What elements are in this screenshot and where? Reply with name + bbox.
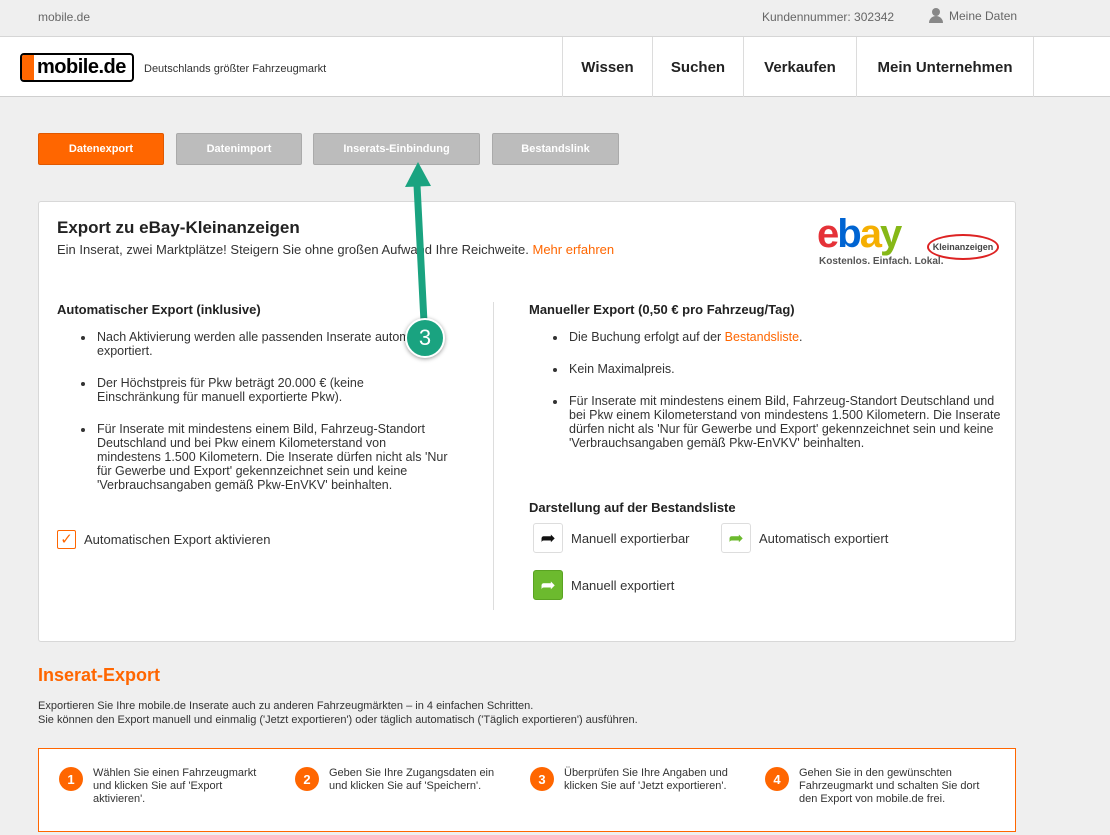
export-steps: 1 Wählen Sie einen Fahrzeugmarkt und kli… xyxy=(38,748,1016,832)
nav-mein-unternehmen[interactable]: Mein Unternehmen xyxy=(856,37,1034,97)
nav-wissen[interactable]: Wissen xyxy=(562,37,652,97)
my-data-label: Meine Daten xyxy=(949,8,1018,23)
list-item: Für Inserate mit mindestens einem Bild, … xyxy=(551,394,1001,450)
list-item: Die Buchung erfolgt auf der Bestandslist… xyxy=(551,330,1001,344)
manual-export-title: Manueller Export (0,50 € pro Fahrzeug/Ta… xyxy=(529,302,795,317)
ebay-kleinanzeigen-logo: ebay Kleinanzeigen Kostenlos. Einfach. L… xyxy=(817,214,1001,268)
tab-inserats-einbindung[interactable]: Inserats-Einbindung xyxy=(313,133,480,165)
list-item: Der Höchstpreis für Pkw beträgt 20.000 €… xyxy=(79,376,449,404)
legend-manuell-exportierbar: ➦ Manuell exportierbar xyxy=(533,523,690,553)
bestandsliste-link[interactable]: Bestandsliste xyxy=(725,330,799,344)
auto-export-list: Nach Aktivierung werden alle passenden I… xyxy=(79,330,449,510)
customer-number: Kundennummer: 302342 xyxy=(762,10,895,24)
manual-export-list: Die Buchung erfolgt auf der Bestandslist… xyxy=(551,330,1001,468)
legend-manuell-exportiert: ➦ Manuell exportiert xyxy=(533,570,674,600)
list-item: Kein Maximalpreis. xyxy=(551,362,1001,376)
auto-export-checkbox-row[interactable]: ✓ Automatischen Export aktivieren xyxy=(57,530,270,549)
card-intro: Ein Inserat, zwei Marktplätze! Steigern … xyxy=(57,242,615,257)
tab-datenimport[interactable]: Datenimport xyxy=(176,133,302,165)
tab-datenexport[interactable]: Datenexport xyxy=(38,133,164,165)
callout-badge: 3 xyxy=(405,318,445,358)
list-item: Für Inserate mit mindestens einem Bild, … xyxy=(79,422,449,492)
nav-suchen[interactable]: Suchen xyxy=(652,37,743,97)
mehr-erfahren-link[interactable]: Mehr erfahren xyxy=(532,242,614,257)
step-item: 3 Überprüfen Sie Ihre Angaben und klicke… xyxy=(530,767,740,793)
checkbox-label: Automatischen Export aktivieren xyxy=(84,532,271,547)
inserat-export-description: Exportieren Sie Ihre mobile.de Inserate … xyxy=(38,700,638,726)
top-bar: mobile.de Kundennummer: 302342 Meine Dat… xyxy=(0,0,1110,36)
auto-export-checkbox[interactable]: ✓ xyxy=(57,530,76,549)
main-header: mobile.de Deutschlands größter Fahrzeugm… xyxy=(0,36,1110,97)
list-item: Nach Aktivierung werden alle passenden I… xyxy=(79,330,449,358)
user-icon xyxy=(929,8,943,23)
step-item: 2 Geben Sie Ihre Zugangsdaten ein und kl… xyxy=(295,767,505,793)
my-data-link[interactable]: Meine Daten xyxy=(929,8,1017,23)
share-arrow-green-icon: ➦ xyxy=(721,523,751,553)
legend-automatisch-exportiert: ➦ Automatisch exportiert xyxy=(721,523,888,553)
card-title: Export zu eBay-Kleinanzeigen xyxy=(57,218,300,237)
tab-bestandslink[interactable]: Bestandslink xyxy=(492,133,619,165)
share-arrow-icon: ➦ xyxy=(533,523,563,553)
auto-export-title: Automatischer Export (inklusive) xyxy=(57,302,261,317)
nav-verkaufen[interactable]: Verkaufen xyxy=(743,37,856,97)
step-item: 4 Gehen Sie in den gewünschten Fahrzeugm… xyxy=(765,767,990,806)
inserat-export-title: Inserat-Export xyxy=(38,665,161,685)
legend-title: Darstellung auf der Bestandsliste xyxy=(529,500,736,515)
mobile-de-logo[interactable]: mobile.de xyxy=(20,53,134,82)
tagline: Deutschlands größter Fahrzeugmarkt xyxy=(144,63,327,75)
share-arrow-filled-icon: ➦ xyxy=(533,570,563,600)
column-divider xyxy=(493,302,494,610)
ebay-export-card: Export zu eBay-Kleinanzeigen Ein Inserat… xyxy=(38,201,1016,642)
site-name[interactable]: mobile.de xyxy=(38,10,90,24)
step-item: 1 Wählen Sie einen Fahrzeugmarkt und kli… xyxy=(59,767,269,806)
